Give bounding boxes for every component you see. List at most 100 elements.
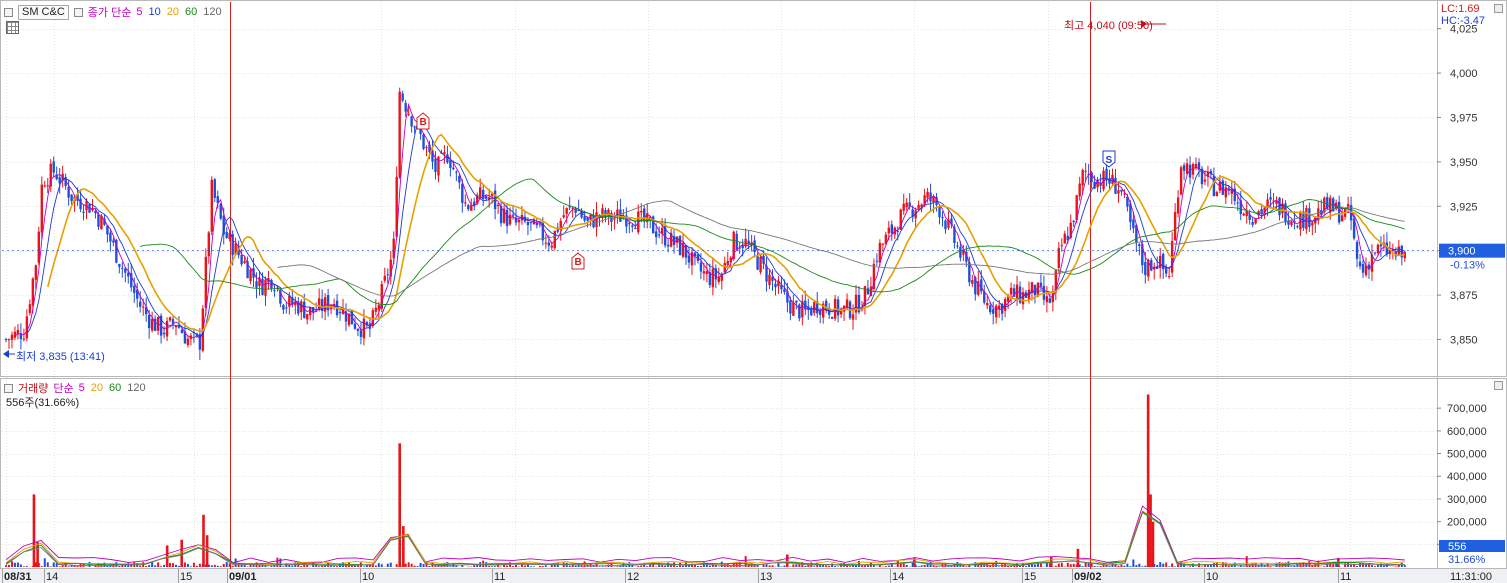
volume-bar	[336, 566, 339, 567]
volume-bar	[186, 563, 189, 567]
chart-canvas[interactable]: 4,0254,0003,9753,9503,9253,9003,8753,850…	[0, 0, 1507, 583]
x-axis-label: 10	[362, 571, 374, 583]
sell-marker: S	[1106, 155, 1113, 166]
volume-bar	[234, 558, 237, 567]
candle-body	[496, 204, 500, 207]
volume-bar	[860, 565, 863, 567]
candle-body	[666, 244, 670, 247]
candle-body	[687, 255, 691, 263]
volume-bar	[1332, 564, 1335, 567]
x-axis-label: 14	[46, 571, 58, 583]
candle-body	[926, 191, 929, 198]
x-axis-label: 15	[180, 571, 192, 583]
volume-bar	[330, 565, 333, 567]
volume-bar	[118, 566, 121, 567]
volume-bar	[780, 566, 783, 567]
candle-body	[398, 91, 401, 178]
candle-body	[759, 256, 762, 273]
volume-bar	[157, 562, 160, 567]
volume-bar	[1141, 566, 1144, 567]
volume-bar	[506, 565, 509, 567]
volume-bar	[795, 564, 798, 567]
volume-tick-label: 500,000	[1447, 449, 1487, 461]
volume-bar	[905, 564, 908, 567]
candle-body	[261, 278, 264, 295]
current-price-value: 3,900	[1448, 246, 1476, 258]
candle-body	[1346, 204, 1350, 207]
volume-bar	[1156, 564, 1159, 567]
x-axis-label: 08/31	[4, 571, 32, 583]
candle-body	[425, 147, 428, 149]
symbol-label[interactable]: SM C&C	[18, 4, 69, 20]
candle-body	[356, 328, 360, 331]
ma20-line	[47, 133, 1406, 333]
volume-bar	[1126, 563, 1129, 567]
volume-bar	[574, 565, 577, 567]
grid-table-icon[interactable]	[6, 21, 19, 34]
candle-body	[1287, 220, 1290, 225]
candle-body	[422, 134, 425, 149]
candle-body	[1179, 167, 1183, 195]
candle-body	[150, 318, 154, 331]
volume-bar	[291, 565, 294, 567]
volume-ma60-line	[5, 511, 1405, 566]
candle-body	[306, 313, 309, 320]
candle-body	[529, 222, 533, 224]
candle-body	[10, 334, 14, 340]
volume-bar	[580, 565, 583, 567]
volume-bar	[163, 564, 166, 567]
volume-bar	[1057, 563, 1060, 567]
volume-bar	[5, 565, 7, 567]
candle-body	[866, 288, 870, 295]
price-legend-checkbox[interactable]	[4, 7, 13, 17]
volume-bar	[1189, 566, 1192, 567]
volume-bar	[145, 566, 148, 567]
volume-bar	[222, 564, 225, 567]
volume-tick-label: 600,000	[1447, 426, 1487, 438]
candle-body	[461, 183, 464, 203]
collapse-icon[interactable]	[1494, 4, 1503, 13]
candle-body	[401, 93, 404, 101]
volume-bar	[333, 566, 336, 567]
candle-body	[7, 339, 11, 341]
candle-body	[994, 305, 998, 318]
volume-bar	[273, 565, 276, 567]
candle-body	[875, 260, 879, 262]
candle-body	[989, 305, 992, 313]
candle-body	[1167, 276, 1171, 278]
volume-legend-checkbox[interactable]	[4, 383, 13, 393]
volume-bar	[699, 565, 702, 567]
volume-bar	[529, 566, 532, 567]
volume-bar	[160, 566, 163, 567]
candle-body	[705, 271, 709, 275]
candle-body	[1102, 170, 1105, 190]
candle-body	[147, 315, 151, 329]
candle-body	[410, 116, 413, 127]
volume-bar	[523, 565, 526, 567]
candle-body	[517, 219, 521, 223]
volume-bar	[428, 565, 431, 567]
volume-bar	[362, 566, 365, 567]
volume-bar	[67, 566, 70, 567]
candle-body	[1176, 197, 1180, 214]
candle-body	[207, 232, 211, 257]
candle-body	[643, 208, 646, 222]
candle-body	[118, 264, 121, 267]
candle-body	[52, 161, 55, 173]
ma-legend-checkbox[interactable]	[73, 7, 83, 17]
volume-ma20-line	[5, 510, 1405, 565]
x-axis-label: 11	[494, 571, 505, 583]
candle-body	[34, 265, 38, 280]
candle-body	[1117, 190, 1120, 194]
volume-bar	[425, 562, 428, 567]
volume-bar	[61, 565, 64, 567]
volume-bar	[783, 565, 786, 567]
volume-bar	[175, 564, 178, 567]
candle-body	[180, 329, 184, 334]
volume-bar	[395, 564, 398, 567]
volume-bar	[1117, 565, 1120, 567]
candle-body	[905, 202, 908, 208]
volume-bar	[1269, 566, 1272, 567]
collapse-icon[interactable]	[1494, 381, 1503, 390]
candle-body	[774, 283, 777, 288]
